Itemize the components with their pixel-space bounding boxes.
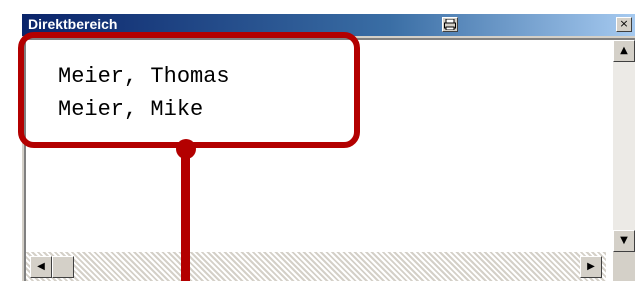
- scrollbar-corner: [613, 252, 635, 281]
- callout-pointer-dot: [176, 139, 196, 159]
- scroll-thumb[interactable]: [52, 256, 74, 278]
- scroll-down-arrow[interactable]: ▼: [613, 230, 635, 252]
- scroll-left-arrow[interactable]: ◀: [30, 256, 52, 278]
- callout-pointer-line: [181, 150, 190, 281]
- print-icon[interactable]: [442, 17, 458, 32]
- horizontal-scrollbar[interactable]: ◀ ▶: [26, 252, 606, 281]
- scroll-right-arrow[interactable]: ▶: [580, 256, 602, 278]
- vertical-scrollbar[interactable]: ▲ ▼: [613, 40, 635, 252]
- scroll-up-arrow[interactable]: ▲: [613, 40, 635, 62]
- close-button[interactable]: ×: [616, 17, 632, 32]
- callout-highlight: [18, 32, 360, 148]
- window-title: Direktbereich: [28, 16, 118, 32]
